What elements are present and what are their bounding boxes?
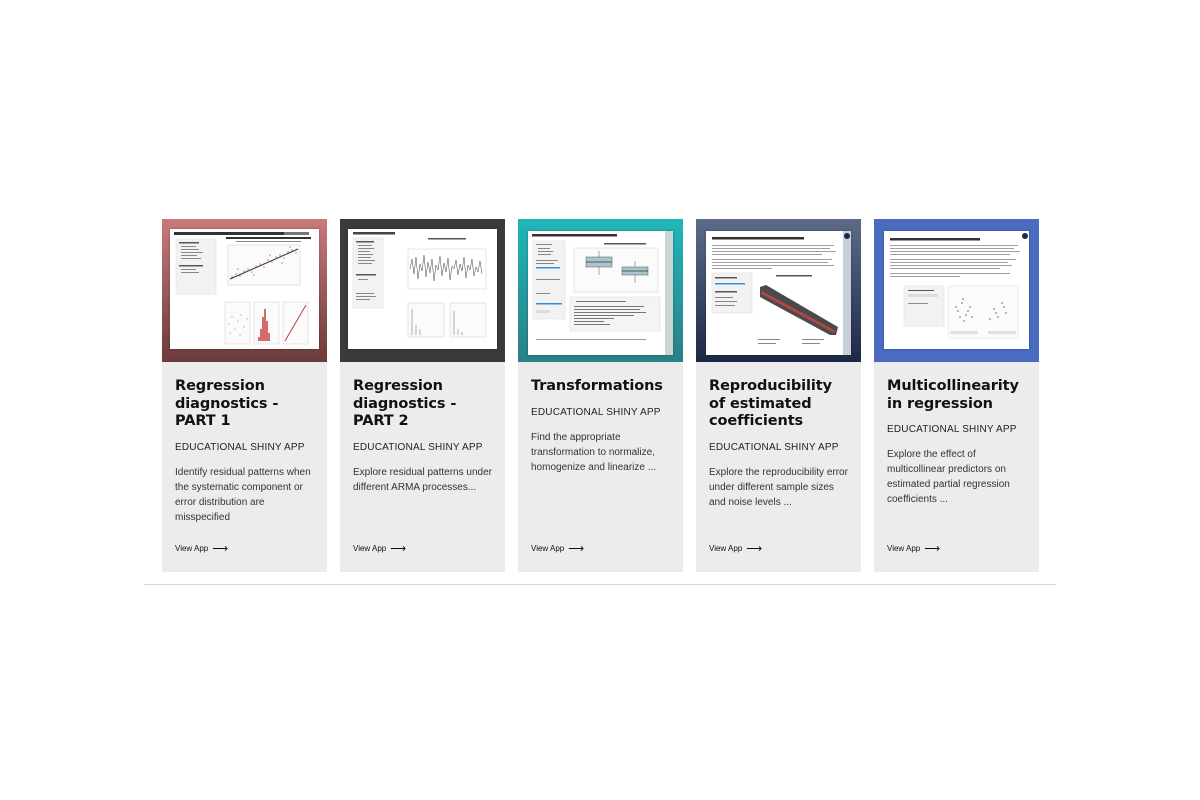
card-category: EDUCATIONAL SHINY APP bbox=[887, 424, 1017, 435]
thumbnail-screenshot bbox=[528, 231, 673, 355]
thumbnail-graphic bbox=[174, 232, 311, 345]
card-description: Identify residual patterns when the syst… bbox=[175, 466, 311, 523]
card-body: Multicollinearity in regression EDUCATIO… bbox=[874, 362, 1039, 548]
card-category: EDUCATIONAL SHINY APP bbox=[709, 441, 839, 453]
app-card[interactable]: Regression diagnostics - PART 1 EDUCATIO… bbox=[162, 219, 327, 572]
card-title[interactable]: Multicollinearity in regression bbox=[887, 378, 1026, 413]
app-thumbnail[interactable] bbox=[518, 219, 683, 362]
view-app-link[interactable]: View App ⟶ bbox=[175, 542, 228, 555]
card-title[interactable]: Regression diagnostics - PART 2 bbox=[353, 378, 492, 431]
view-app-link[interactable]: View App ⟶ bbox=[531, 542, 584, 555]
thumbnail-graphic bbox=[352, 232, 487, 338]
card-body: Transformations EDUCATIONAL SHINY APP Fi… bbox=[518, 362, 683, 548]
card-category: EDUCATIONAL SHINY APP bbox=[353, 441, 483, 453]
thumbnail-graphic bbox=[706, 231, 851, 355]
card-body: Regression diagnostics - PART 2 EDUCATIO… bbox=[340, 362, 505, 548]
card-category: EDUCATIONAL SHINY APP bbox=[531, 406, 661, 418]
view-app-label: View App bbox=[353, 544, 387, 553]
thumbnail-screenshot bbox=[170, 229, 319, 349]
app-thumbnail[interactable] bbox=[874, 219, 1039, 362]
card-title[interactable]: Transformations bbox=[531, 378, 670, 396]
arrow-right-icon: ⟶ bbox=[924, 542, 940, 555]
view-app-label: View App bbox=[175, 544, 209, 553]
card-body: Reproducibility of estimated coefficient… bbox=[696, 362, 861, 548]
arrow-right-icon: ⟶ bbox=[746, 542, 762, 555]
card-title[interactable]: Reproducibility of estimated coefficient… bbox=[709, 378, 848, 431]
card-description: Explore the reproducibility error under … bbox=[709, 466, 848, 508]
app-card[interactable]: Transformations EDUCATIONAL SHINY APP Fi… bbox=[518, 219, 683, 572]
arrow-right-icon: ⟶ bbox=[212, 542, 228, 555]
app-card[interactable]: Reproducibility of estimated coefficient… bbox=[696, 219, 861, 572]
app-thumbnail[interactable] bbox=[340, 219, 505, 362]
thumbnail-screenshot bbox=[348, 229, 497, 349]
thumbnail-screenshot bbox=[706, 231, 851, 355]
card-title[interactable]: Regression diagnostics - PART 1 bbox=[175, 378, 314, 431]
view-app-link[interactable]: View App ⟶ bbox=[353, 542, 406, 555]
card-body: Regression diagnostics - PART 1 EDUCATIO… bbox=[162, 362, 327, 548]
thumbnail-graphic bbox=[884, 231, 1029, 349]
arrow-right-icon: ⟶ bbox=[568, 542, 584, 555]
app-card[interactable]: Multicollinearity in regression EDUCATIO… bbox=[874, 219, 1039, 572]
view-app-label: View App bbox=[709, 544, 743, 553]
arrow-right-icon: ⟶ bbox=[390, 542, 406, 555]
view-app-label: View App bbox=[887, 544, 921, 553]
thumbnail-graphic bbox=[528, 231, 673, 355]
view-app-link[interactable]: View App ⟶ bbox=[709, 542, 762, 555]
app-thumbnail[interactable] bbox=[696, 219, 861, 362]
view-app-label: View App bbox=[531, 544, 565, 553]
card-description: Explore the effect of multicollinear pre… bbox=[887, 449, 1010, 505]
section-divider bbox=[144, 584, 1056, 585]
card-description: Explore residual patterns under differen… bbox=[353, 466, 492, 493]
app-thumbnail[interactable] bbox=[162, 219, 327, 362]
card-category: EDUCATIONAL SHINY APP bbox=[175, 441, 305, 453]
card-description: Find the appropriate transformation to n… bbox=[531, 431, 657, 473]
thumbnail-screenshot bbox=[884, 231, 1029, 349]
app-card-grid: Regression diagnostics - PART 1 EDUCATIO… bbox=[162, 219, 1039, 572]
app-card[interactable]: Regression diagnostics - PART 2 EDUCATIO… bbox=[340, 219, 505, 572]
view-app-link[interactable]: View App ⟶ bbox=[887, 542, 940, 555]
